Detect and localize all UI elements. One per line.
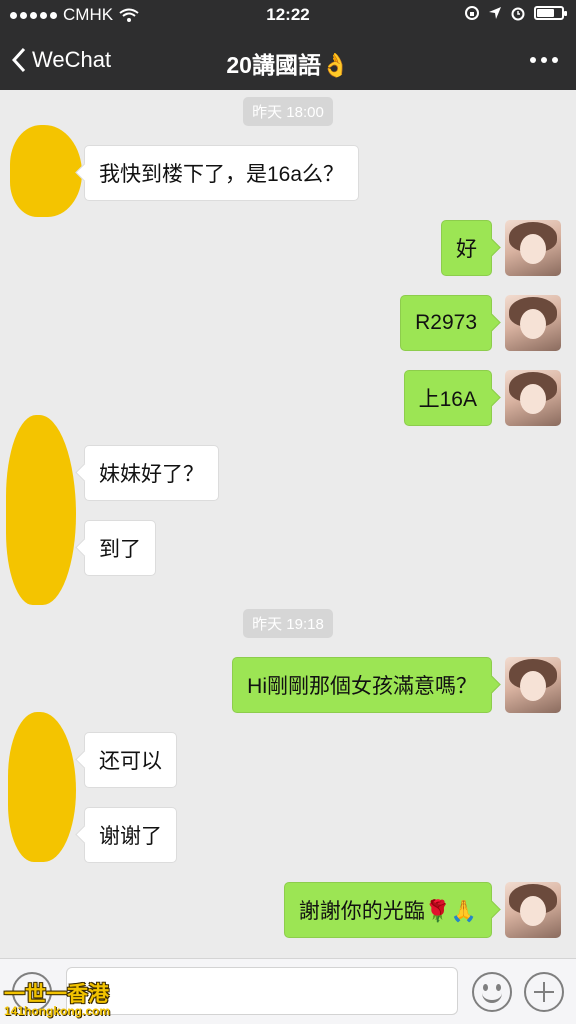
message-bubble[interactable]: R2973: [400, 295, 492, 351]
emoji-button[interactable]: [472, 972, 512, 1012]
watermark-logo: 一世一香港 141hongkong.com: [4, 978, 128, 1022]
avatar[interactable]: [505, 220, 561, 276]
message-bubble[interactable]: 我快到楼下了，是16a么？: [84, 145, 360, 201]
message-bubble[interactable]: 謝謝你的光臨🌹🙏: [283, 882, 492, 938]
message-bubble[interactable]: 上16A: [403, 370, 492, 426]
message-bubble[interactable]: Hi剛剛那個女孩滿意嗎？: [232, 657, 492, 713]
status-icons: [464, 5, 567, 21]
watermark-url: 141hongkong.com: [4, 1004, 111, 1018]
message-bubble[interactable]: 妹妹好了？: [84, 445, 219, 501]
message-bubble[interactable]: 好: [441, 220, 492, 276]
timestamp: 昨天 19:18: [0, 609, 576, 638]
message-bubble[interactable]: 谢谢了: [84, 807, 177, 863]
battery-icon: [534, 6, 567, 20]
alarm-icon: [511, 7, 525, 21]
message-bubble[interactable]: 到了: [84, 520, 156, 576]
location-icon: [489, 7, 501, 19]
status-bar: CMHK 12:22: [0, 0, 576, 30]
timestamp: 昨天 18:00: [0, 97, 576, 126]
avatar[interactable]: [505, 370, 561, 426]
more-options-button[interactable]: [528, 48, 560, 72]
redacted-avatar: [10, 125, 82, 217]
message-bubble[interactable]: 还可以: [84, 732, 177, 788]
more-actions-button[interactable]: [524, 972, 564, 1012]
rotation-lock-icon: [465, 6, 479, 20]
redacted-avatar: [6, 415, 76, 605]
avatar[interactable]: [505, 295, 561, 351]
chat-title: 20講國語👌: [226, 52, 350, 78]
redacted-avatar: [8, 712, 76, 862]
avatar[interactable]: [505, 882, 561, 938]
chat-header: WeChat 20講國語👌: [0, 30, 576, 90]
avatar[interactable]: [505, 657, 561, 713]
